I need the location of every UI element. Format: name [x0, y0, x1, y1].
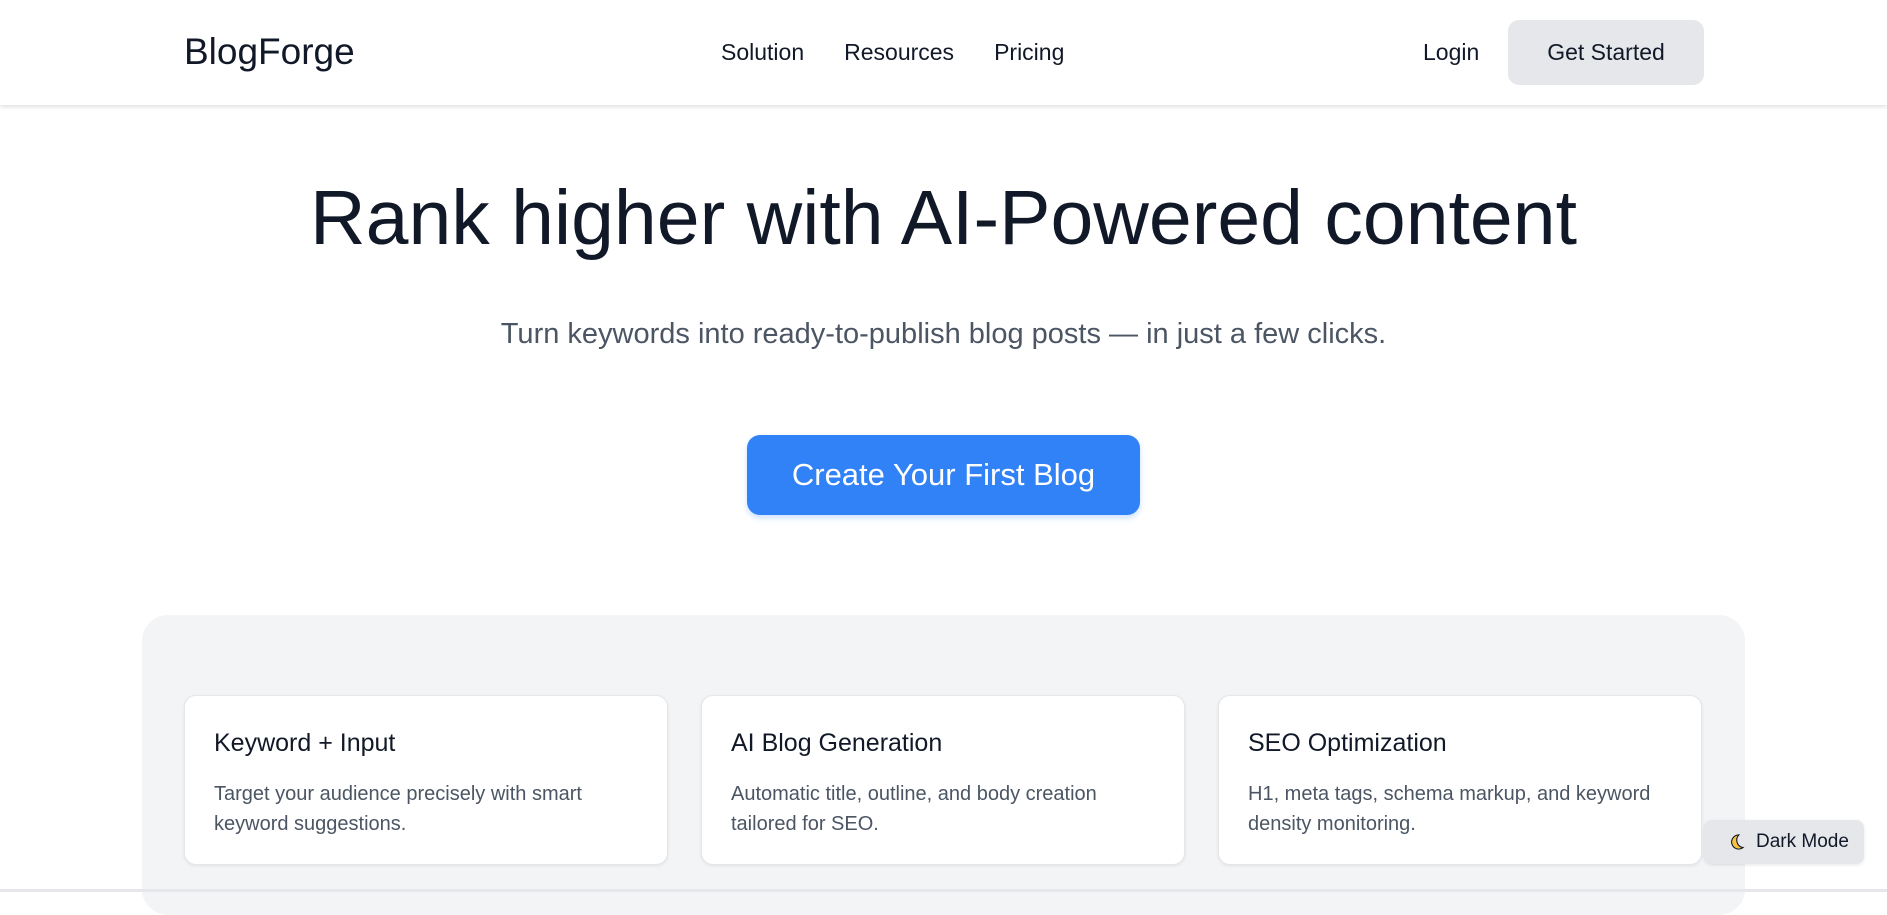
feature-card-keyword-input: Keyword + Input Target your audience pre… — [184, 695, 668, 865]
login-link[interactable]: Login — [1423, 38, 1479, 66]
nav-link-solution[interactable]: Solution — [721, 38, 804, 66]
feature-card-seo-optimization: SEO Optimization H1, meta tags, schema m… — [1218, 695, 1702, 865]
top-navbar: BlogForge Solution Resources Pricing Log… — [0, 0, 1887, 105]
dark-mode-toggle[interactable]: Dark Mode — [1704, 820, 1864, 864]
moon-icon — [1731, 834, 1745, 850]
brand-logo[interactable]: BlogForge — [184, 30, 355, 74]
hero-subtitle: Turn keywords into ready-to-publish blog… — [500, 318, 1387, 350]
feature-title: AI Blog Generation — [731, 729, 943, 757]
dark-mode-label: Dark Mode — [1756, 831, 1849, 852]
primary-nav: Solution Resources Pricing — [721, 38, 1064, 66]
feature-title: SEO Optimization — [1248, 729, 1447, 757]
hero-title: Rank higher with AI-Powered content — [310, 175, 1577, 261]
feature-description: Automatic title, outline, and body creat… — [731, 783, 1097, 835]
feature-card-ai-blog-generation: AI Blog Generation Automatic title, outl… — [701, 695, 1185, 865]
create-first-blog-button[interactable]: Create Your First Blog — [747, 435, 1140, 515]
features-panel: Keyword + Input Target your audience pre… — [142, 615, 1745, 915]
feature-title: Keyword + Input — [214, 729, 396, 757]
nav-link-resources[interactable]: Resources — [844, 38, 954, 66]
nav-link-pricing[interactable]: Pricing — [994, 38, 1064, 66]
feature-description: H1, meta tags, schema markup, and keywor… — [1248, 783, 1651, 835]
get-started-button[interactable]: Get Started — [1508, 20, 1704, 85]
feature-description: Target your audience precisely with smar… — [214, 783, 582, 835]
